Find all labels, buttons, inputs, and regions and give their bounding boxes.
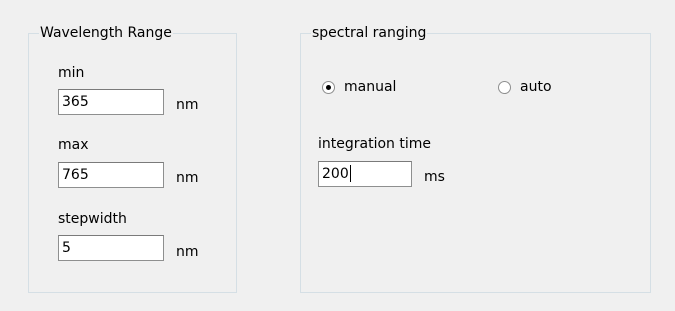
- stepwidth-value: 5: [62, 240, 71, 256]
- max-wavelength-input[interactable]: 765: [58, 162, 164, 188]
- manual-radio-option[interactable]: manual: [322, 79, 396, 95]
- manual-radio-button[interactable]: [322, 80, 335, 94]
- spectral-ranging-title: spectral ranging: [311, 24, 428, 42]
- integration-time-value: 200: [322, 166, 349, 182]
- integration-time-input[interactable]: 200: [318, 161, 412, 187]
- min-label: min: [58, 65, 85, 81]
- min-wavelength-input[interactable]: 365: [58, 89, 164, 115]
- wavelength-range-title: Wavelength Range: [39, 24, 173, 42]
- auto-radio-button[interactable]: [498, 80, 511, 94]
- auto-radio-option[interactable]: auto: [498, 79, 552, 95]
- max-wavelength-value: 765: [62, 167, 89, 183]
- min-wavelength-value: 365: [62, 94, 89, 110]
- integration-time-label: integration time: [318, 136, 431, 152]
- manual-radio-label: manual: [344, 79, 397, 95]
- text-caret: [349, 165, 351, 182]
- stepwidth-input[interactable]: 5: [58, 235, 164, 261]
- max-label: max: [58, 137, 89, 153]
- integration-time-unit-label: ms: [424, 169, 445, 185]
- stepwidth-unit-label: nm: [176, 244, 199, 260]
- auto-radio-label: auto: [520, 79, 552, 95]
- max-unit-label: nm: [176, 170, 199, 186]
- min-unit-label: nm: [176, 97, 199, 113]
- stepwidth-label: stepwidth: [58, 211, 127, 227]
